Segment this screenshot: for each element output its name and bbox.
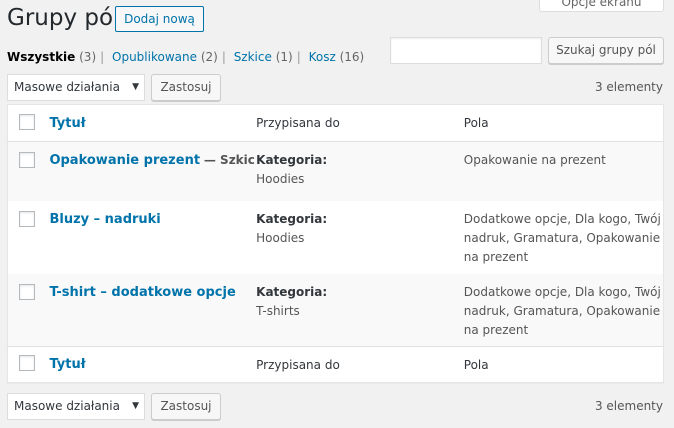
select-all-checkbox[interactable]: [19, 355, 35, 371]
view-drafts-link[interactable]: Szkice: [234, 50, 272, 64]
view-drafts-count: (1): [275, 50, 293, 64]
sort-title-link[interactable]: Tytuł: [49, 357, 85, 372]
row-state: — Szkic: [203, 153, 255, 167]
column-assigned: Przypisana do: [256, 116, 340, 130]
assigned-label: Kategoria:: [256, 211, 328, 226]
row-title-link[interactable]: Bluzy – nadruki: [49, 212, 160, 227]
table-footer-row: Tytuł Przypisana do Pola: [7, 346, 664, 383]
column-title: Tytuł: [47, 105, 256, 142]
dropdown-arrow-icon: ▼: [132, 82, 139, 92]
dropdown-arrow-icon: ▼: [132, 401, 139, 411]
assigned-value: Hoodies: [256, 172, 305, 186]
view-trash-link[interactable]: Kosz: [309, 50, 336, 64]
select-all-cell: [8, 105, 48, 142]
row-checkbox-cell: [8, 142, 48, 201]
search-input[interactable]: [390, 37, 542, 64]
table-row: T-shirt – dodatkowe opcje Kategoria: T-s…: [7, 273, 664, 347]
table-row: Bluzy – nadruki Kategoria: Hoodies Dodat…: [7, 200, 664, 274]
separator: |: [100, 50, 105, 64]
screen-options-button[interactable]: Opcje ekranu: [539, 0, 664, 12]
row-title-link[interactable]: Opakowanie prezent: [49, 153, 200, 168]
select-all-cell: [8, 347, 48, 383]
column-title: Tytuł: [47, 347, 256, 383]
row-checkbox-cell: [8, 201, 48, 274]
table-row: Opakowanie prezent — Szkic Kategoria: Ho…: [7, 141, 664, 201]
row-assigned-cell: Kategoria: T-shirts: [256, 274, 464, 347]
row-assigned-cell: Kategoria: Hoodies: [256, 142, 464, 201]
view-all-link[interactable]: Wszystkie: [7, 50, 75, 64]
field-groups-table: Tytuł Przypisana do Pola Opakowanie prez…: [7, 104, 664, 383]
row-title-cell: Bluzy – nadruki: [47, 201, 256, 274]
row-fields-cell: Dodatkowe opcje, Dla kogo, Twój nadruk, …: [463, 284, 661, 337]
status-filter-views: Wszystkie (3) | Opublikowane (2) | Szkice …: [7, 50, 364, 64]
row-assigned-cell: Kategoria: Hoodies: [256, 201, 464, 274]
separator: |: [221, 50, 226, 64]
item-count: 3 elementy: [594, 399, 663, 413]
row-checkbox[interactable]: [19, 210, 35, 227]
row-title-link[interactable]: T-shirt – dodatkowe opcje: [49, 285, 235, 300]
view-trash-count: (16): [339, 50, 365, 64]
row-title-cell: Opakowanie prezent — Szkic: [47, 142, 256, 201]
row-fields-cell: Opakowanie na prezent: [463, 153, 606, 167]
column-fields: Pola: [463, 357, 489, 372]
assigned-label: Kategoria:: [256, 153, 328, 167]
table-header-row: Tytuł Przypisana do Pola: [7, 105, 664, 142]
apply-button[interactable]: Zastosuj: [151, 393, 221, 420]
separator: |: [296, 50, 301, 64]
row-checkbox[interactable]: [19, 283, 35, 300]
sort-title-link[interactable]: Tytuł: [49, 116, 85, 131]
search-button[interactable]: Szukaj grupy pól: [548, 37, 664, 64]
row-fields-cell: Dodatkowe opcje, Dla kogo, Twój nadruk, …: [463, 211, 661, 264]
bulk-actions-label: Masowe działania: [14, 80, 120, 94]
item-count: 3 elementy: [594, 80, 663, 94]
add-new-button[interactable]: Dodaj nową: [115, 6, 204, 32]
bulk-actions-select[interactable]: Masowe działania ▼: [7, 74, 145, 101]
select-all-checkbox[interactable]: [19, 113, 35, 130]
row-checkbox-cell: [8, 274, 48, 347]
view-published-count: (2): [200, 50, 218, 64]
bulk-actions-select[interactable]: Masowe działania ▼: [7, 393, 145, 420]
row-checkbox[interactable]: [19, 152, 35, 168]
view-published-link[interactable]: Opublikowane: [112, 50, 197, 64]
column-assigned: Przypisana do: [256, 357, 340, 372]
view-all-count: (3): [79, 50, 97, 64]
bulk-actions-label: Masowe działania: [14, 399, 120, 413]
apply-button[interactable]: Zastosuj: [151, 74, 221, 101]
row-title-cell: T-shirt – dodatkowe opcje: [47, 274, 256, 347]
assigned-value: Hoodies: [256, 230, 305, 245]
assigned-value: T-shirts: [256, 303, 300, 318]
page-title: Grupy pól: [7, 5, 120, 31]
column-fields: Pola: [463, 116, 489, 130]
assigned-label: Kategoria:: [256, 284, 328, 299]
